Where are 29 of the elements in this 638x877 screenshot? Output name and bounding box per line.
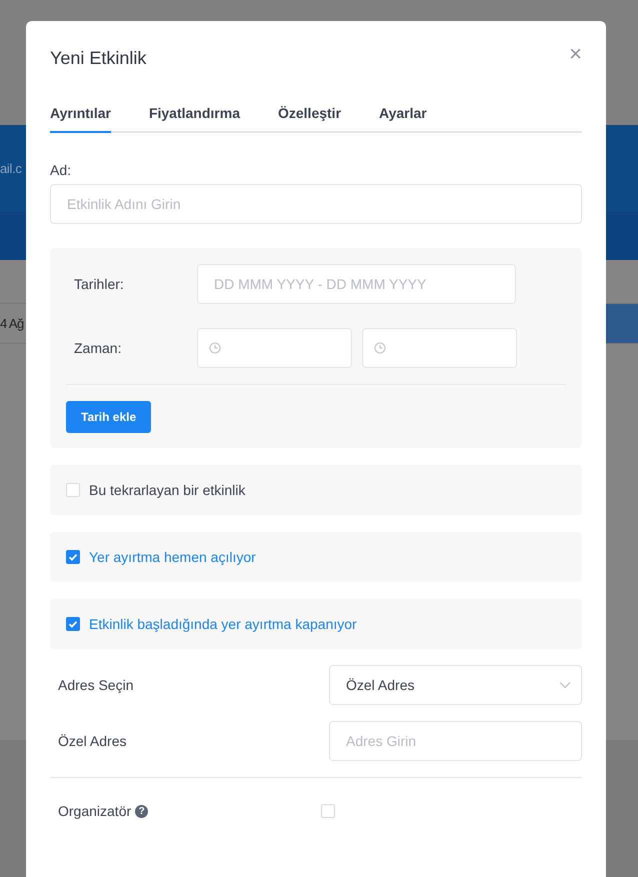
row-text: 4 Ağ [0,315,25,333]
tab[interactable]: Fiyatlandırma [148,95,240,133]
clock-icon [374,342,386,354]
address-field[interactable]: Adres Girin [329,721,582,761]
option-label: Yer ayırtma hemen açılıyor [89,549,256,565]
field-label: Zaman: [73,340,122,356]
field-label: Organizatör [58,803,132,819]
help-icon[interactable]: ? [135,804,148,818]
name-field[interactable]: Etkinlik Adını Girin [50,184,582,224]
add-date-button[interactable]: Tarih ekle [66,401,152,433]
checkbox[interactable] [66,617,80,631]
dialog-title: Yeni Etkinlik [50,48,146,68]
address-select[interactable]: Özel Adres [329,665,582,705]
field-label: Özel Adres [58,733,126,749]
chevron-down-icon [559,681,571,689]
option-label: Etkinlik başladığında yer ayırtma kapanıyor [89,616,357,632]
option-label: Bu tekrarlayan bir etkinlik [89,482,246,498]
header-text: ail.c [0,161,22,176]
date-range-field[interactable]: DD MMM YYYY - DD MMM YYYY [197,264,516,304]
clock-icon [209,342,221,354]
tab[interactable]: Ayrıntılar [50,95,111,133]
checkbox[interactable] [66,550,80,564]
field-label: Adres Seçin [58,677,134,693]
field-label: Ad: [50,162,72,178]
time-field[interactable] [197,328,352,368]
time-field[interactable] [362,328,517,368]
field-label: Tarihler: [73,276,125,292]
tab[interactable]: Ayarlar [379,95,427,133]
tab[interactable]: Özelleştir [278,95,342,133]
